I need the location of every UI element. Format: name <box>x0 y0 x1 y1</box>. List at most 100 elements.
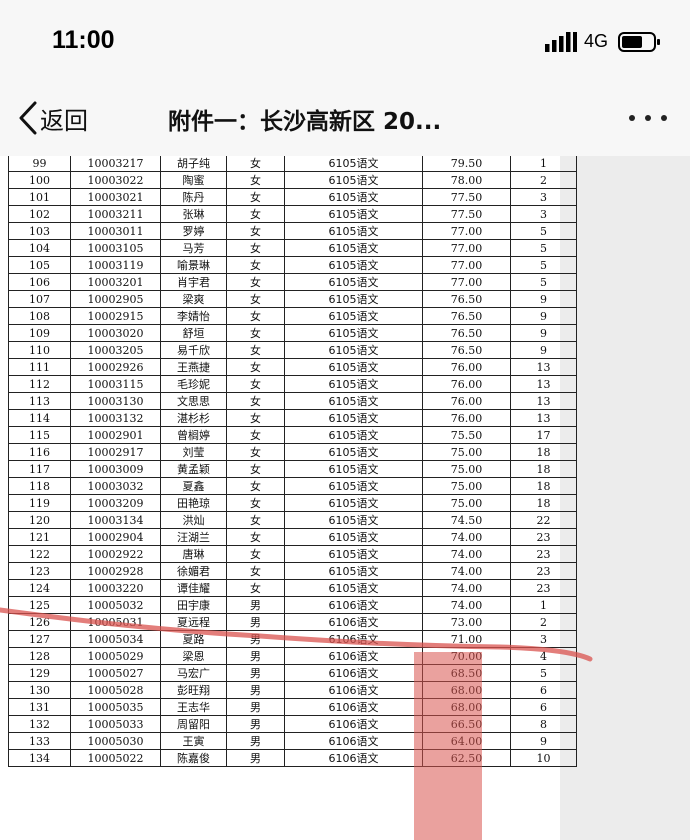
cell-sex: 女 <box>226 545 285 563</box>
status-time: 11:00 <box>52 26 115 54</box>
cell-rank: 2 <box>510 171 577 189</box>
cell-name: 洪灿 <box>160 511 227 529</box>
table-row: 126 10005031 夏远程男 6106语文 73.00 2 <box>8 613 577 631</box>
back-button[interactable]: 返回 <box>18 98 88 138</box>
cell-name: 肖宇君 <box>160 273 227 291</box>
cell-rank: 5 <box>510 239 577 257</box>
cell-score: 76.00 <box>422 392 511 410</box>
cell-name: 王寅 <box>160 732 227 750</box>
ellipsis-icon[interactable] <box>626 106 670 130</box>
cell-seq: 105 <box>8 256 71 274</box>
cell-sex: 女 <box>226 205 285 223</box>
cell-score: 74.00 <box>422 596 511 614</box>
cell-subj: 6106语文 <box>284 647 423 665</box>
cell-sex: 女 <box>226 409 285 427</box>
cell-seq: 134 <box>8 749 71 767</box>
back-label: 返回 <box>40 106 88 135</box>
cell-id: 10003020 <box>70 324 161 342</box>
cell-subj: 6105语文 <box>284 256 423 274</box>
cell-id: 10002928 <box>70 562 161 580</box>
cell-score: 75.00 <box>422 494 511 512</box>
table-row: 108 10002915 李婧怡女 6105语文 76.50 9 <box>8 307 577 325</box>
cell-score: 79.50 <box>422 156 511 172</box>
table-row: 101 10003021 陈丹女 6105语文 77.50 3 <box>8 188 577 206</box>
cell-subj: 6105语文 <box>284 477 423 495</box>
cell-subj: 6106语文 <box>284 681 423 699</box>
cell-id: 10003115 <box>70 375 161 393</box>
table-row: 99 10003217 胡子纯女 6105语文 79.50 1 <box>8 156 577 172</box>
cell-sex: 男 <box>226 732 285 750</box>
cell-subj: 6106语文 <box>284 596 423 614</box>
cell-score: 75.00 <box>422 460 511 478</box>
cell-sex: 女 <box>226 273 285 291</box>
cell-id: 10005027 <box>70 664 161 682</box>
cell-seq: 118 <box>8 477 71 495</box>
signal-bars-icon <box>545 32 577 52</box>
cell-id: 10005033 <box>70 715 161 733</box>
cell-sex: 男 <box>226 596 285 614</box>
cell-sex: 女 <box>226 358 285 376</box>
cell-id: 10003201 <box>70 273 161 291</box>
cell-id: 10002922 <box>70 545 161 563</box>
table-row: 124 10003220 谭佳耀女 6105语文 74.00 23 <box>8 579 577 597</box>
cell-name: 黄孟颖 <box>160 460 227 478</box>
table-row: 130 10005028 彭旺翔男 6106语文 68.00 6 <box>8 681 577 699</box>
table-row: 103 10003011 罗婷女 6105语文 77.00 5 <box>8 222 577 240</box>
cell-rank: 22 <box>510 511 577 529</box>
cell-name: 王志华 <box>160 698 227 716</box>
cell-rank: 3 <box>510 188 577 206</box>
cell-rank: 5 <box>510 664 577 682</box>
cell-sex: 女 <box>226 222 285 240</box>
document-viewer[interactable]: 99 10003217 胡子纯女 6105语文 79.50 1 100 10003022 陶蜜女… <box>0 156 690 840</box>
battery-icon <box>618 32 660 52</box>
cell-score: 74.00 <box>422 562 511 580</box>
cell-score: 70.00 <box>422 647 511 665</box>
cell-score: 62.50 <box>422 749 511 767</box>
cell-subj: 6106语文 <box>284 664 423 682</box>
cell-rank: 1 <box>510 596 577 614</box>
cell-name: 梁恩 <box>160 647 227 665</box>
cell-id: 10005035 <box>70 698 161 716</box>
cell-id: 10002905 <box>70 290 161 308</box>
cell-sex: 女 <box>226 562 285 580</box>
cell-seq: 127 <box>8 630 71 648</box>
cell-name: 陈嘉俊 <box>160 749 227 767</box>
cell-rank: 9 <box>510 341 577 359</box>
cell-subj: 6106语文 <box>284 715 423 733</box>
cell-subj: 6105语文 <box>284 341 423 359</box>
table-row: 112 10003115 毛珍妮女 6105语文 76.00 13 <box>8 375 577 393</box>
cell-sex: 男 <box>226 613 285 631</box>
table-row: 119 10003209 田艳琼女 6105语文 75.00 18 <box>8 494 577 512</box>
cell-subj: 6105语文 <box>284 273 423 291</box>
cell-name: 曾榈婷 <box>160 426 227 444</box>
cell-rank: 9 <box>510 732 577 750</box>
cell-score: 75.00 <box>422 477 511 495</box>
cell-subj: 6105语文 <box>284 290 423 308</box>
page-margin <box>560 156 690 840</box>
table-row: 134 10005022 陈嘉俊男 6106语文 62.50 10 <box>8 749 577 767</box>
cell-rank: 10 <box>510 749 577 767</box>
cell-id: 10005031 <box>70 613 161 631</box>
cell-score: 71.00 <box>422 630 511 648</box>
cell-seq: 106 <box>8 273 71 291</box>
cell-id: 10003209 <box>70 494 161 512</box>
cell-score: 75.00 <box>422 443 511 461</box>
score-table: 99 10003217 胡子纯女 6105语文 79.50 1 100 10003022 陶蜜女… <box>8 156 577 767</box>
cell-seq: 114 <box>8 409 71 427</box>
table-row: 125 10005032 田宇康男 6106语文 74.00 1 <box>8 596 577 614</box>
cell-seq: 100 <box>8 171 71 189</box>
cell-rank: 23 <box>510 579 577 597</box>
cell-sex: 女 <box>226 528 285 546</box>
cell-id: 10003130 <box>70 392 161 410</box>
cell-score: 75.50 <box>422 426 511 444</box>
cell-subj: 6105语文 <box>284 392 423 410</box>
cell-seq: 102 <box>8 205 71 223</box>
cell-score: 64.00 <box>422 732 511 750</box>
network-type: 4G <box>584 31 609 51</box>
cell-seq: 119 <box>8 494 71 512</box>
cell-name: 汪湖兰 <box>160 528 227 546</box>
cell-name: 陶蜜 <box>160 171 227 189</box>
cell-score: 73.00 <box>422 613 511 631</box>
cell-name: 胡子纯 <box>160 156 227 172</box>
cell-seq: 104 <box>8 239 71 257</box>
